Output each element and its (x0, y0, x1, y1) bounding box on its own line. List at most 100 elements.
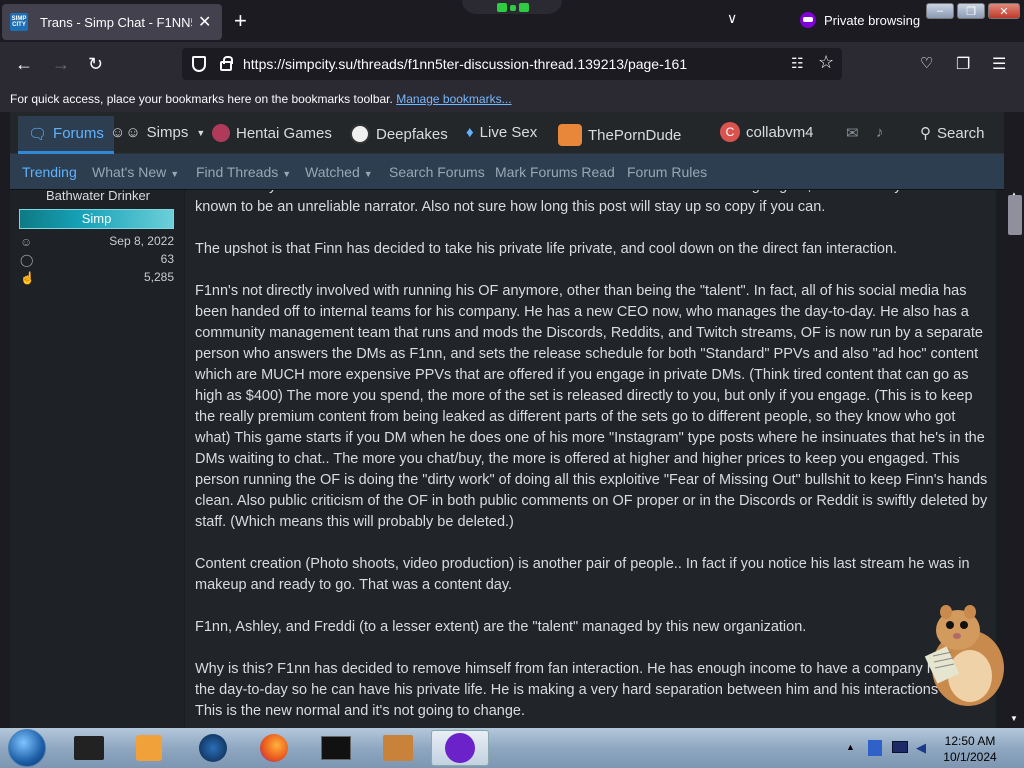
subnav-trending[interactable]: Trending (22, 164, 77, 180)
theporndude-icon (558, 124, 582, 146)
browser-tab-active[interactable]: SIMP CITY Trans - Simp Chat - F1NN5TER ✕ (2, 4, 222, 40)
media-player-icon (136, 735, 162, 761)
nav-simps[interactable]: ☺☺ Simps ▼ (110, 124, 205, 141)
url-text[interactable]: https://simpcity.su/threads/f1nn5ter-dis… (243, 56, 687, 72)
taskbar-app-firefox-private[interactable] (431, 730, 489, 766)
computer-icon (74, 736, 104, 760)
subnav-find-threads-label: Find Threads (196, 164, 279, 180)
browser-tab-strip: SIMP CITY Trans - Simp Chat - F1NN5TER ✕… (0, 0, 1024, 42)
search-icon: ⚲ (920, 125, 931, 142)
taskbar-app-network[interactable] (184, 730, 242, 766)
volume-speaker-icon[interactable]: ◀ (916, 740, 926, 756)
nav-forums-label: Forums (53, 125, 104, 142)
user-avatar: C (720, 122, 740, 142)
private-browsing-indicator: Private browsing (800, 12, 920, 28)
taskbar-app-archive[interactable] (369, 730, 427, 766)
bookmarks-hint-text: For quick access, place your bookmarks h… (10, 92, 393, 106)
network-globe-icon (199, 734, 227, 762)
archive-icon (383, 735, 413, 761)
window-minimize-button[interactable]: – (926, 3, 954, 19)
live-sex-pin-icon: ♦ (466, 124, 474, 141)
nav-forums[interactable]: 🗨︎ Forums (18, 116, 114, 154)
taskbar-app-computer[interactable] (60, 730, 118, 766)
navigation-toolbar: ← → ↻ https://simpcity.su/threads/f1nn5t… (0, 42, 1024, 86)
chevron-down-icon: ▼ (363, 169, 373, 179)
post-paragraph: F1nn's not directly involved with runnin… (195, 283, 988, 530)
user-joined-row: ☺ Sep 8, 2022 (20, 234, 174, 252)
forward-arrow-icon[interactable]: → (52, 54, 70, 75)
subnav-mark-read[interactable]: Mark Forums Read (495, 164, 615, 180)
nav-search-label: Search (937, 124, 985, 142)
chevron-down-icon: ▼ (282, 169, 292, 179)
nav-hentai-games-label: Hentai Games (236, 124, 332, 142)
url-bar[interactable]: https://simpcity.su/threads/f1nn5ter-dis… (182, 48, 842, 80)
pocket-icon[interactable]: ♡ (920, 54, 933, 72)
lock-icon[interactable] (220, 56, 233, 71)
nav-deepfakes[interactable]: Deepfakes (350, 124, 448, 144)
indicator-icon (497, 3, 507, 12)
forums-chat-icon: 🗨︎ (28, 125, 48, 143)
subnav-whats-new[interactable]: What's New ▼ (92, 164, 179, 180)
user-title: Bathwater Drinker (45, 188, 151, 203)
taskbar-app-console[interactable] (307, 730, 365, 766)
scrollbar-thumb[interactable] (1008, 195, 1022, 235)
nav-hentai-games[interactable]: Hentai Games (212, 124, 332, 142)
private-browsing-label: Private browsing (824, 12, 921, 28)
window-close-button[interactable]: ✕ (988, 3, 1020, 19)
nav-deepfakes-label: Deepfakes (376, 125, 448, 143)
subnav-forum-rules[interactable]: Forum Rules (627, 164, 707, 180)
back-arrow-icon[interactable]: ← (15, 54, 33, 75)
console-icon (321, 736, 351, 760)
post-paragraph: The upshot is that Finn has decided to t… (195, 241, 898, 257)
comment-icon: ◯ (20, 253, 34, 267)
user-reactions-row: ☝ 5,285 (20, 270, 174, 288)
show-hidden-icons-icon[interactable]: ▲ (846, 742, 855, 752)
start-menu-button[interactable] (8, 729, 46, 767)
scroll-down-arrow-icon[interactable]: ▼ (1010, 714, 1018, 723)
post-paragraph: F1nn, Ashley, and Freddi (to a lesser ex… (195, 619, 807, 635)
subnav-search-forums[interactable]: Search Forums (389, 164, 485, 180)
list-all-tabs-chevron-icon[interactable]: ∨ (727, 10, 737, 27)
taskbar-app-media-player[interactable] (120, 730, 178, 766)
taskbar-app-firefox[interactable] (245, 730, 303, 766)
tab-title: Trans - Simp Chat - F1NN5TER (40, 14, 192, 30)
user-banner: Simp (19, 209, 174, 229)
manage-bookmarks-link[interactable]: Manage bookmarks... (396, 92, 511, 106)
subnav-whats-new-label: What's New (92, 164, 167, 180)
tab-close-icon[interactable]: ✕ (198, 12, 211, 32)
subnav-watched[interactable]: Watched ▼ (305, 164, 373, 180)
window-maximize-button[interactable]: ❐ (957, 3, 985, 19)
display-icon[interactable] (892, 741, 908, 753)
user-joined: Sep 8, 2022 (109, 234, 174, 248)
nav-live-sex[interactable]: ♦ Live Sex (466, 124, 537, 141)
indicator-icon (510, 5, 516, 11)
subnav-find-threads[interactable]: Find Threads ▼ (196, 164, 291, 180)
action-center-flag-icon[interactable] (868, 740, 882, 756)
nav-live-sex-label: Live Sex (479, 124, 538, 141)
private-browsing-mask-icon (445, 733, 475, 763)
reload-icon[interactable]: ↻ (88, 54, 103, 75)
taskbar-clock-date[interactable]: 10/1/2024 (940, 750, 1000, 764)
nav-theporndude[interactable]: ThePornDude (558, 124, 681, 146)
sub-navigation: Trending What's New ▼ Find Threads ▼ Watch… (10, 154, 1004, 190)
nav-theporndude-label: ThePornDude (588, 126, 682, 144)
windows-taskbar: ▲ ◀ 12:50 AM 10/1/2024 (0, 728, 1024, 768)
tracking-protection-shield-icon[interactable] (192, 56, 206, 72)
new-tab-button[interactable]: + (234, 8, 247, 34)
nav-search[interactable]: ⚲ Search (920, 124, 985, 143)
reader-view-icon[interactable]: ☷ (791, 55, 804, 72)
hamster-sticker-image (924, 605, 1004, 706)
user-messages: 63 (160, 252, 174, 266)
taskbar-clock-time[interactable]: 12:50 AM (940, 734, 1000, 748)
menu-hamburger-icon[interactable]: ☰ (992, 54, 1006, 74)
inbox-envelope-icon[interactable]: ✉ (846, 124, 859, 142)
site-navigation: 🗨︎ Forums ☺☺ Simps ▼ Hentai Games Deepfa… (10, 112, 1004, 154)
post-body: I want to say first this is second-hand … (185, 190, 996, 728)
nav-account[interactable]: C collabvm4 (720, 122, 814, 142)
user-reactions: 5,285 (143, 270, 174, 284)
extensions-puzzle-icon[interactable]: ❐ (956, 54, 970, 74)
post-paragraph: Content creation (Photo shoots, video pr… (195, 556, 970, 593)
alerts-bell-icon[interactable]: ♪ (876, 124, 884, 141)
bookmark-star-icon[interactable]: ☆ (818, 52, 834, 73)
nav-simps-label: Simps (146, 124, 189, 141)
